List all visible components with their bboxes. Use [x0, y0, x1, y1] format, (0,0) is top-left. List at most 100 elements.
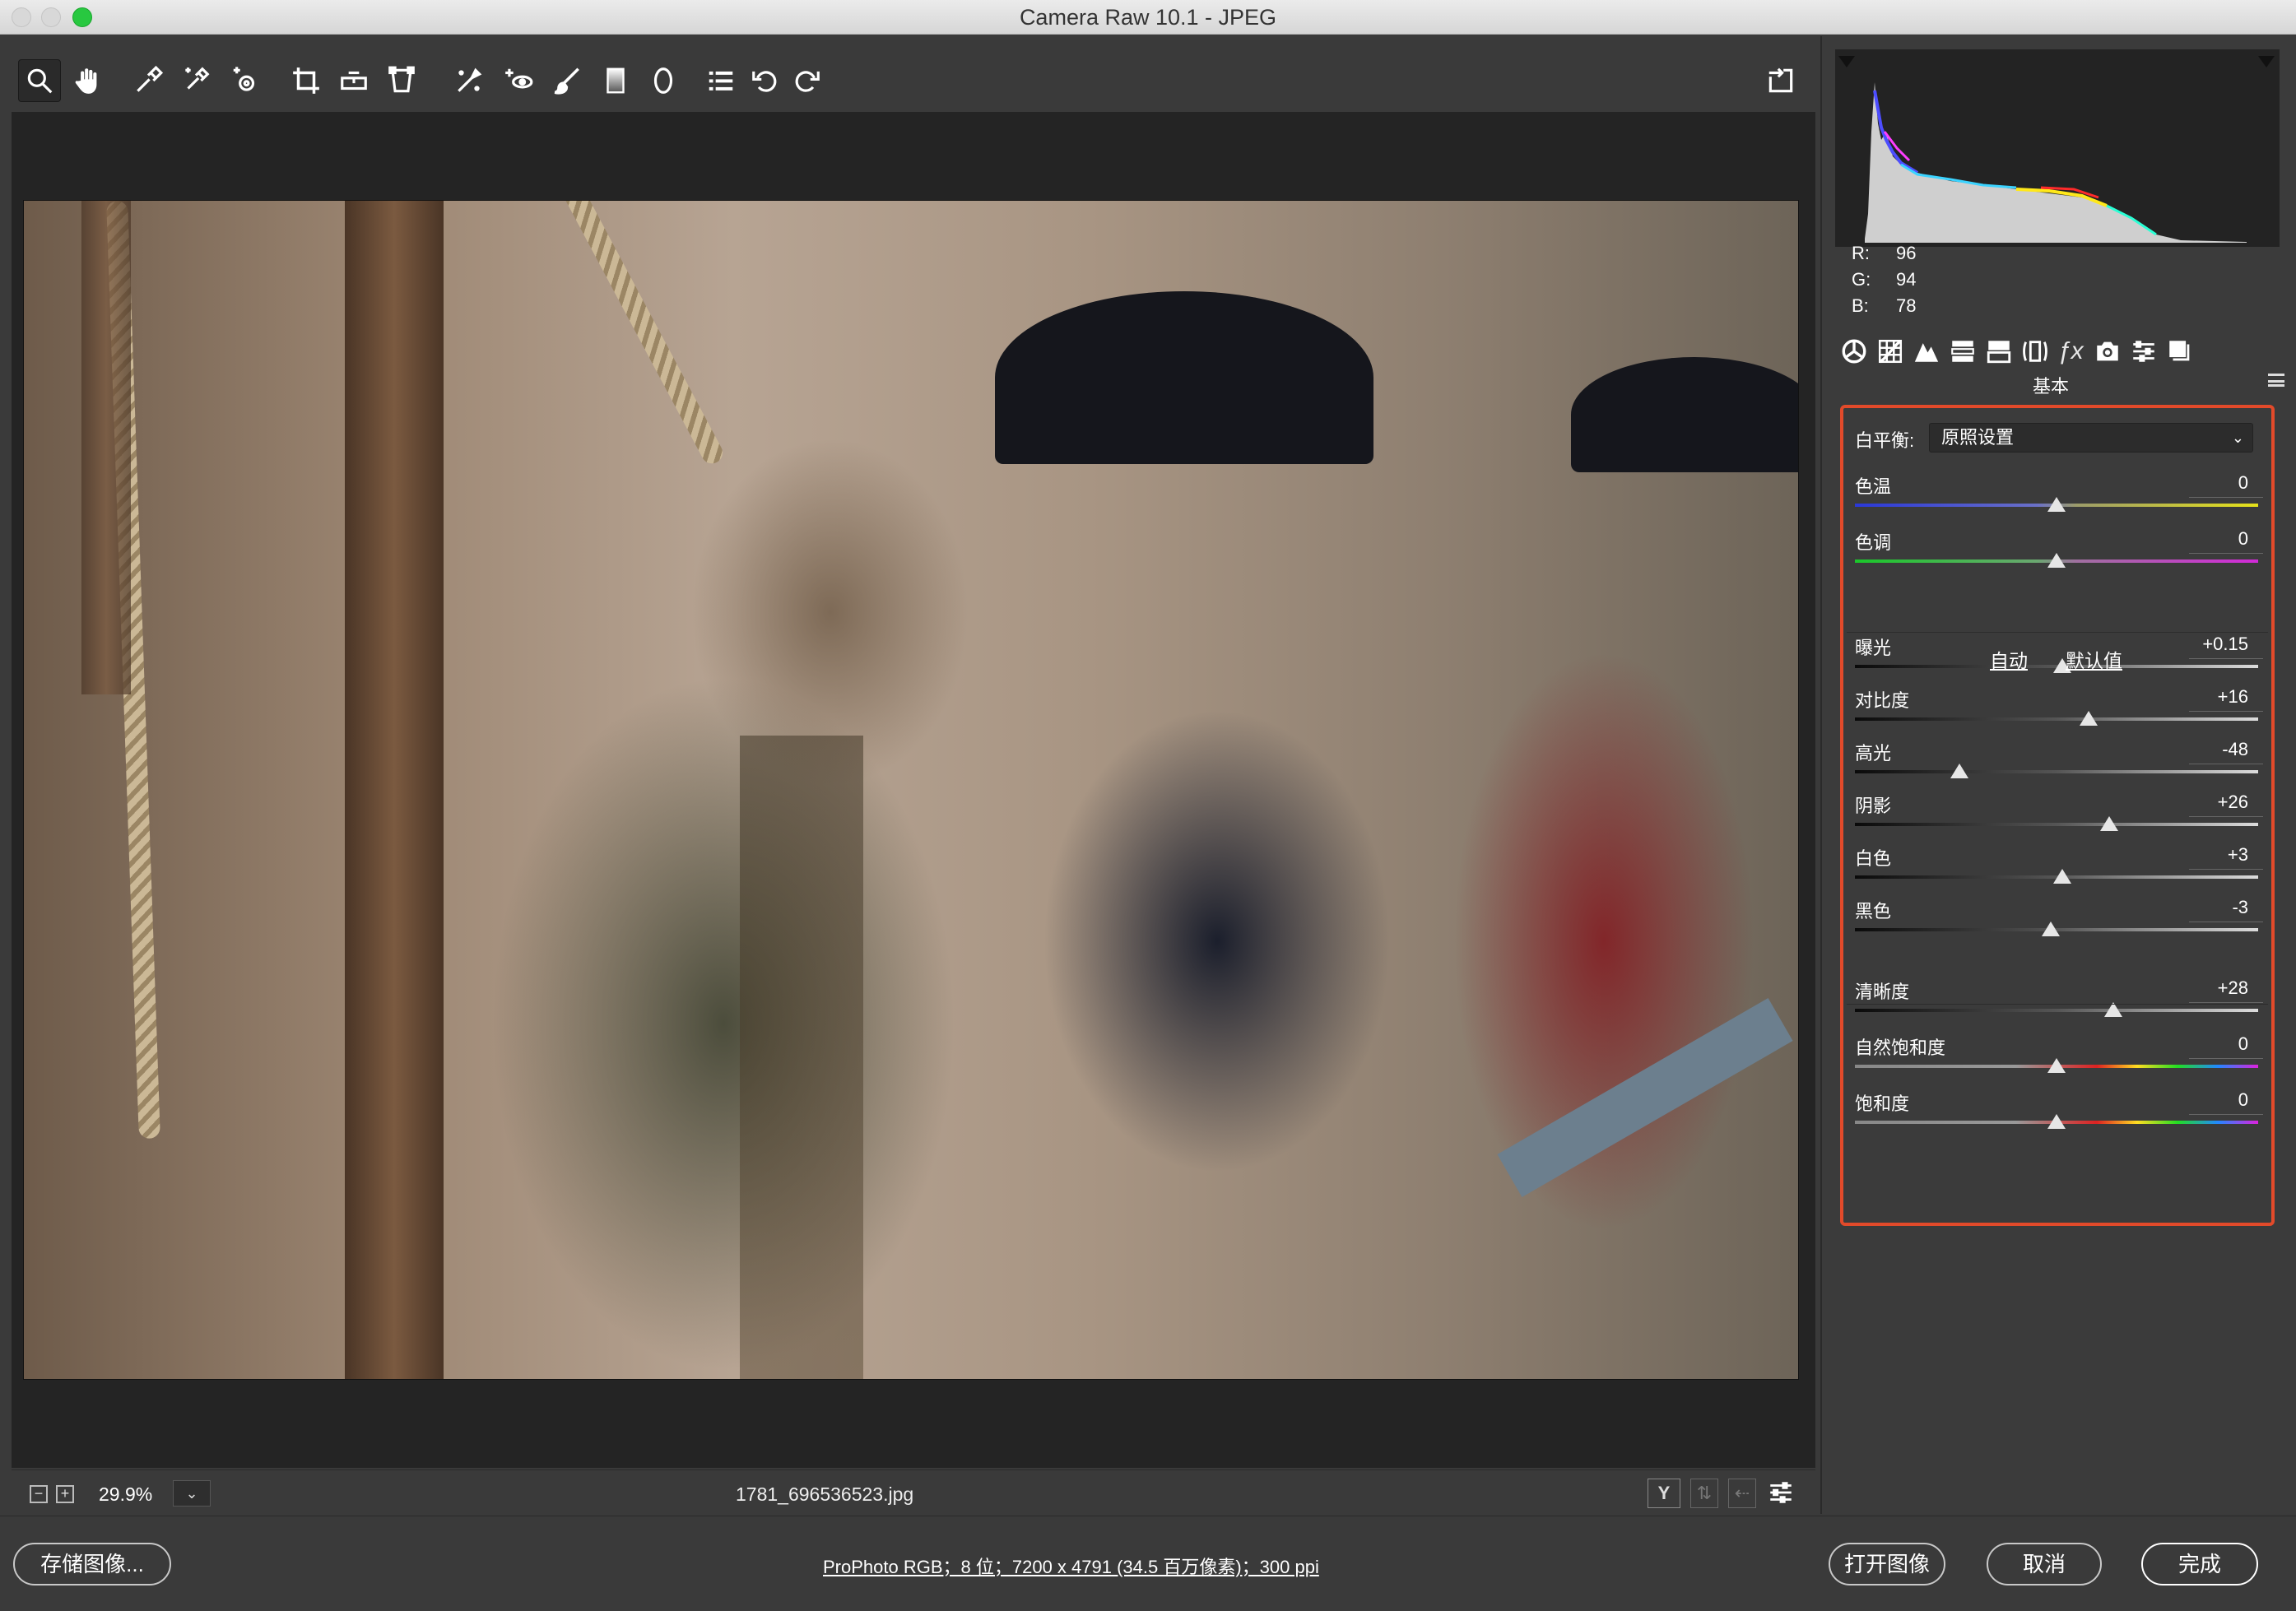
- shadows-value[interactable]: +26: [2174, 792, 2248, 813]
- fx-icon[interactable]: ƒx: [2057, 337, 2084, 365]
- split-toning-icon[interactable]: [1985, 337, 2013, 372]
- panel-menu-icon[interactable]: [2268, 374, 2284, 387]
- before-after-icon[interactable]: Y: [1648, 1479, 1680, 1508]
- clarity-slider-track[interactable]: [1855, 1009, 2258, 1012]
- title-bar: Camera Raw 10.1 - JPEG: [0, 0, 2296, 35]
- highlights-slider-track[interactable]: [1855, 770, 2258, 773]
- workflow-options-link[interactable]: ProPhoto RGB；8 位；7200 x 4791 (34.5 百万像素)…: [823, 1553, 1319, 1579]
- list-icon[interactable]: [699, 59, 742, 102]
- blue-label: B:: [1852, 295, 1869, 316]
- hsl-icon[interactable]: [1949, 337, 1977, 372]
- panel-tabs: ƒx: [1834, 332, 2286, 370]
- clarity-label: 清晰度: [1855, 982, 1910, 1002]
- whites-value-underline: [2189, 869, 2263, 870]
- red-label: R:: [1852, 243, 1870, 263]
- shadows-label: 阴影: [1855, 796, 1892, 816]
- brush-icon[interactable]: [546, 59, 589, 102]
- lens-icon[interactable]: [2021, 337, 2049, 372]
- swap-settings-icon[interactable]: ⇅: [1690, 1479, 1718, 1508]
- histogram-graph: [1838, 56, 2275, 243]
- tone-curve-icon[interactable]: [1876, 337, 1904, 372]
- bottom-bar: 存储图像... ProPhoto RGB；8 位；7200 x 4791 (34…: [0, 1516, 2296, 1611]
- highlights-slider-thumb[interactable]: [1950, 764, 1969, 778]
- exposure-value-underline: [2189, 658, 2263, 659]
- color-sampler-icon[interactable]: [174, 59, 217, 102]
- zoom-level: 29.9%: [99, 1483, 153, 1505]
- hand-icon[interactable]: [66, 59, 109, 102]
- snapshots-icon[interactable]: [2166, 337, 2194, 372]
- target-adjust-icon[interactable]: [224, 59, 267, 102]
- right-panel: R: 96 G: 94 B: 78 ƒx 基本 白平衡: 原照设置 ⌄ 色温 0 色调 0 曝…: [1820, 36, 2296, 1514]
- vibrance-slider-thumb[interactable]: [2047, 1058, 2066, 1073]
- exposure-value[interactable]: +0.15: [2174, 634, 2248, 655]
- temp-label: 色温: [1855, 476, 1892, 497]
- blacks-slider-thumb[interactable]: [2041, 922, 2060, 936]
- auto-button[interactable]: 自动: [1990, 645, 2028, 673]
- copy-settings-icon[interactable]: ⇠: [1728, 1479, 1756, 1508]
- sliders-icon[interactable]: [1764, 1479, 1797, 1508]
- save-image-button[interactable]: 存储图像...: [13, 1543, 171, 1585]
- rope-noose: [560, 201, 727, 467]
- highlights-value[interactable]: -48: [2174, 739, 2248, 760]
- panel-title: 基本: [2032, 376, 2069, 397]
- shadows-value-underline: [2189, 816, 2263, 817]
- detail-icon[interactable]: [1913, 337, 1940, 372]
- crop-icon[interactable]: [285, 59, 328, 102]
- tricorn-hat: [995, 291, 1373, 464]
- wooden-beam: [81, 201, 131, 694]
- vibrance-value-underline: [2189, 1058, 2263, 1059]
- rotate-cw-icon[interactable]: [785, 59, 828, 102]
- shadows-slider-track[interactable]: [1855, 823, 2258, 826]
- default-button[interactable]: 默认值: [2066, 645, 2122, 673]
- whites-slider-thumb[interactable]: [2053, 869, 2072, 884]
- contrast-value[interactable]: +16: [2174, 686, 2248, 708]
- cancel-button[interactable]: 取消: [1987, 1543, 2102, 1585]
- temp-value-underline: [2189, 497, 2263, 498]
- white-balance-label: 白平衡:: [1855, 430, 1915, 451]
- red-eye-icon[interactable]: [497, 59, 540, 102]
- radial-filter-icon[interactable]: [642, 59, 685, 102]
- saturation-value[interactable]: 0: [2174, 1089, 2248, 1111]
- shadows-slider-thumb[interactable]: [2099, 816, 2118, 831]
- tint-label: 色调: [1855, 532, 1892, 553]
- contrast-slider-track[interactable]: [1855, 717, 2258, 721]
- tint-value-underline: [2189, 553, 2263, 554]
- graduated-filter-icon[interactable]: [594, 59, 637, 102]
- whites-value[interactable]: +3: [2174, 844, 2248, 866]
- tint-value[interactable]: 0: [2174, 528, 2248, 550]
- eyedropper-icon[interactable]: [127, 59, 170, 102]
- level-icon[interactable]: [332, 59, 375, 102]
- preview-photo[interactable]: [23, 200, 1799, 1380]
- basic-icon[interactable]: [1840, 337, 1868, 372]
- zoom-out-button[interactable]: −: [30, 1485, 48, 1503]
- window-title: Camera Raw 10.1 - JPEG: [1019, 5, 1277, 30]
- clarity-value[interactable]: +28: [2174, 977, 2248, 999]
- histogram: [1835, 49, 2280, 247]
- transform-icon[interactable]: [380, 59, 423, 102]
- blacks-value[interactable]: -3: [2174, 897, 2248, 918]
- vibrance-label: 自然饱和度: [1855, 1038, 1946, 1058]
- magnifier-icon[interactable]: [18, 59, 61, 102]
- red-value: 96: [1896, 243, 1917, 263]
- file-name: 1781_696536523.jpg: [736, 1483, 914, 1505]
- temp-value[interactable]: 0: [2174, 472, 2248, 494]
- stair-rail: [1497, 998, 1793, 1197]
- camera-calibration-icon[interactable]: [2094, 337, 2122, 372]
- rotate-ccw-icon[interactable]: [744, 59, 787, 102]
- zoom-in-button[interactable]: +: [56, 1485, 74, 1503]
- temp-slider-thumb[interactable]: [2047, 497, 2066, 512]
- saturation-label: 饱和度: [1855, 1093, 1910, 1114]
- presets-icon[interactable]: [2130, 337, 2158, 372]
- blue-value: 78: [1896, 295, 1917, 316]
- open-image-button[interactable]: 打开图像: [1829, 1543, 1945, 1585]
- saturation-slider-thumb[interactable]: [2047, 1114, 2066, 1129]
- export-icon[interactable]: [1759, 59, 1802, 102]
- zoom-dropdown[interactable]: ⌄: [173, 1480, 211, 1507]
- white-balance-select[interactable]: 原照设置 ⌄: [1929, 423, 2253, 453]
- done-button[interactable]: 完成: [2141, 1543, 2258, 1585]
- vibrance-value[interactable]: 0: [2174, 1033, 2248, 1055]
- contrast-slider-thumb[interactable]: [2080, 711, 2098, 726]
- tint-slider-thumb[interactable]: [2047, 553, 2066, 568]
- green-label: G:: [1852, 269, 1871, 290]
- spot-removal-icon[interactable]: [448, 59, 490, 102]
